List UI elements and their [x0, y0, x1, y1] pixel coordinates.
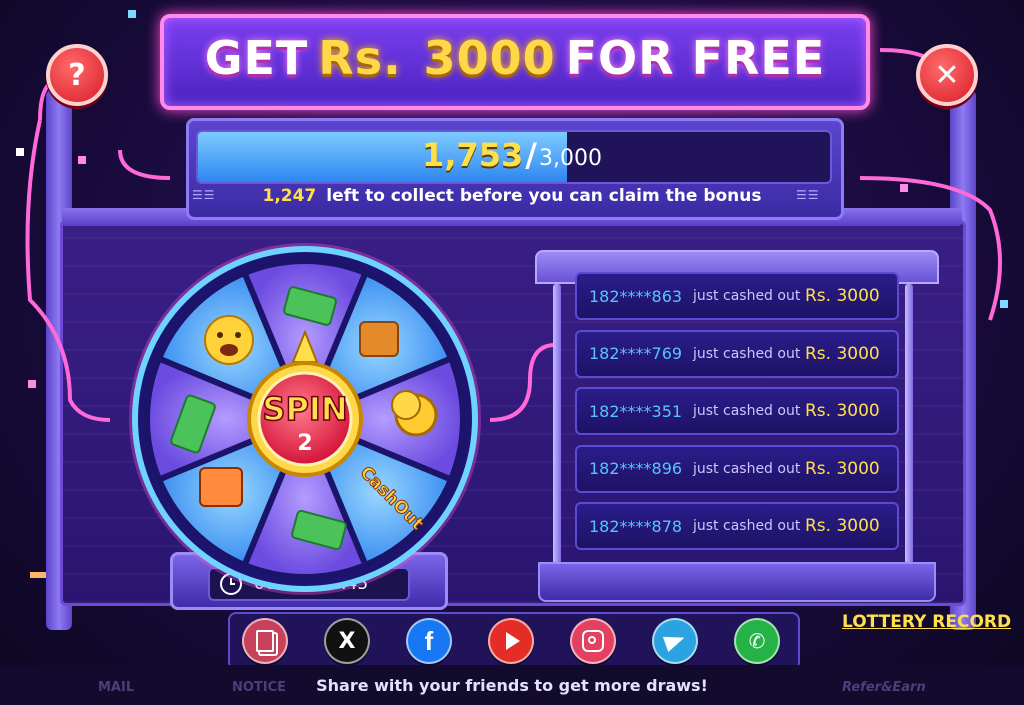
- record-text: just cashed out: [693, 518, 801, 534]
- treasure-chest-icon: [359, 321, 399, 357]
- gold-coin-icon: [391, 390, 421, 420]
- record-user-id: 182****863: [589, 286, 683, 306]
- record-user-id: 182****896: [589, 459, 683, 478]
- progress-total: 3,000: [538, 145, 602, 171]
- grip-decoration: ☰☰: [796, 188, 820, 202]
- gift-box-icon: [199, 467, 243, 507]
- spin-count: 2: [297, 431, 312, 456]
- crying-emoji-icon: [204, 315, 254, 365]
- record-user-id: 182****878: [589, 516, 683, 536]
- record-user-id: 182****769: [589, 344, 683, 363]
- remaining-count: 1,247: [262, 186, 317, 206]
- record-amount: Rs. 3000: [805, 458, 880, 479]
- cashout-record-row: 182****769 just cashed out Rs. 3000: [575, 329, 899, 378]
- record-amount: Rs. 3000: [805, 516, 880, 536]
- record-text: just cashed out: [693, 403, 801, 419]
- telegram-share-button[interactable]: [652, 618, 698, 664]
- telegram-icon: [662, 630, 688, 652]
- grip-decoration: ☰☰: [192, 188, 216, 202]
- youtube-icon: [502, 632, 520, 650]
- cashout-record-row: 182****878 just cashed out Rs. 3000: [575, 502, 899, 550]
- records-rail-left: [553, 284, 561, 564]
- title-currency: Rs.: [318, 31, 402, 85]
- facebook-share-button[interactable]: f: [406, 618, 452, 664]
- record-text: just cashed out: [693, 345, 801, 362]
- record-user-id: 182****351: [589, 401, 683, 421]
- records-rail-right: [905, 284, 913, 564]
- close-button[interactable]: ✕: [916, 44, 978, 106]
- help-icon: ?: [68, 57, 86, 93]
- progress-separator: /: [525, 136, 537, 174]
- x-icon: X: [338, 628, 356, 654]
- page-title: GET Rs. 3000 FOR FREE: [160, 14, 870, 102]
- title-part1: GET: [204, 31, 309, 85]
- copy-link-icon: [256, 630, 274, 652]
- instagram-share-button[interactable]: [570, 618, 616, 664]
- whatsapp-share-button[interactable]: ✆: [734, 618, 780, 664]
- records-footer: [538, 562, 936, 602]
- record-amount: Rs. 3000: [805, 286, 880, 306]
- youtube-share-button[interactable]: [488, 618, 534, 664]
- remaining-text: left to collect before you can claim the…: [326, 186, 762, 206]
- record-amount: Rs. 3000: [805, 401, 880, 421]
- instagram-icon: [582, 630, 604, 652]
- title-part2: FOR FREE: [565, 31, 826, 85]
- spin-label[interactable]: SPIN: [262, 389, 349, 429]
- cashout-record-row: 182****351 just cashed out Rs. 3000: [575, 387, 899, 435]
- whatsapp-icon: ✆: [748, 629, 766, 653]
- copy-link-share-button[interactable]: [242, 618, 288, 664]
- prize-wheel[interactable]: CashOut SPIN 2: [126, 240, 484, 598]
- lottery-record-link[interactable]: LOTTERY RECORD: [842, 612, 1011, 632]
- cashout-record-row: 182****896 just cashed out Rs. 3000: [575, 444, 899, 493]
- record-text: just cashed out: [693, 288, 801, 304]
- facebook-icon: f: [424, 625, 434, 656]
- record-amount: Rs. 3000: [805, 343, 880, 364]
- remaining-info: 1,247 left to collect before you can cla…: [196, 183, 828, 209]
- help-button[interactable]: ?: [46, 44, 108, 106]
- record-text: just cashed out: [693, 460, 801, 477]
- title-amount: 3000: [423, 31, 556, 85]
- close-icon: ✕: [934, 57, 960, 93]
- x-share-button[interactable]: X: [324, 618, 370, 664]
- progress-text: 1,753 / 3,000: [196, 130, 828, 180]
- share-caption: Share with your friends to get more draw…: [316, 676, 708, 695]
- cashout-record-row: 182****863 just cashed out Rs. 3000: [575, 272, 899, 320]
- progress-current: 1,753: [422, 136, 524, 174]
